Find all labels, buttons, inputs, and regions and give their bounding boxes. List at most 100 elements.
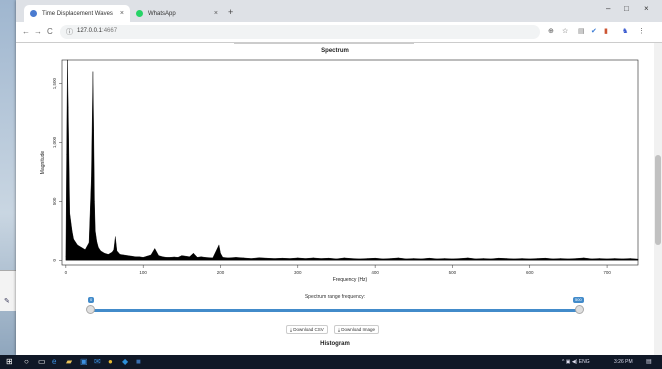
spectrum-point (173, 256, 175, 258)
spectrum-point (67, 59, 68, 61)
app-icon[interactable]: ■ (136, 358, 141, 366)
spectrum-point (313, 257, 314, 259)
spectrum-point (65, 256, 67, 257)
edge-icon[interactable]: e (52, 358, 56, 366)
spectrum-point (71, 230, 73, 232)
page-scrollbar[interactable] (654, 43, 662, 355)
tab-time-displacement-waves[interactable]: Time Displacement Waves × (24, 5, 130, 22)
mail-icon[interactable]: ✉ (94, 358, 101, 366)
spectrum-point (444, 258, 445, 259)
url-text: 127.0.0.1:4667 (77, 28, 117, 34)
slider-max-handle[interactable] (575, 305, 584, 314)
back-button[interactable]: ← (22, 27, 30, 36)
spectrum-point (127, 255, 128, 256)
address-bar-row: ← → C ⓘ 127.0.0.1:4667 ⊕ ☆ ▤ ✔ ▮ ♞ ⋮ (16, 22, 662, 43)
x-tick-label: 400 (371, 270, 379, 275)
spectrum-point (483, 258, 484, 259)
profile-icon[interactable]: ♞ (622, 27, 628, 35)
histogram-title: Histogram (320, 341, 350, 347)
spectrum-point (282, 257, 283, 259)
zoom-icon[interactable]: ⊕ (548, 27, 554, 35)
spectrum-point (429, 257, 430, 259)
search-icon[interactable]: ○ (24, 358, 29, 366)
forward-button[interactable]: → (34, 27, 42, 36)
spectrum-point (514, 258, 515, 260)
system-tray[interactable]: ^ ▣ ◀) ENG (562, 359, 590, 365)
spectrum-point (568, 258, 569, 260)
spectrum-point (560, 258, 561, 259)
spectrum-point (162, 256, 163, 257)
spectrum-point (591, 258, 592, 260)
clock[interactable]: 3:26 PM (614, 359, 633, 365)
file-explorer-icon[interactable]: ▰ (66, 358, 72, 366)
tab-close-icon[interactable]: × (120, 10, 124, 17)
spectrum-point (630, 258, 631, 259)
x-tick-label: 100 (139, 270, 147, 275)
spectrum-point (405, 258, 407, 260)
spectrum-point (92, 71, 94, 73)
slider-min-handle[interactable] (86, 305, 95, 314)
maximize-button[interactable]: □ (624, 4, 629, 13)
spectrum-point (421, 258, 422, 260)
spectrum-point (91, 177, 92, 179)
spectrum-point (390, 258, 391, 259)
browser-window: Time Displacement Waves × WhatsApp × + –… (16, 0, 662, 355)
new-tab-button[interactable]: + (228, 7, 233, 17)
spectrum-point (73, 238, 74, 240)
range-slider-track[interactable] (90, 309, 580, 312)
spectrum-point (529, 258, 531, 260)
check-icon[interactable]: ✔ (591, 27, 597, 35)
spectrum-point (305, 258, 306, 259)
spectrum-point (212, 257, 214, 259)
bookmark-icon[interactable]: ▮ (604, 27, 608, 35)
menu-icon[interactable]: ⋮ (638, 27, 645, 35)
omnibox[interactable]: ⓘ 127.0.0.1:4667 (60, 25, 540, 39)
x-tick-label: 500 (449, 270, 457, 275)
spectrum-point (575, 258, 577, 259)
spectrum-point (351, 258, 353, 259)
spectrum-point (181, 255, 183, 256)
x-tick-label: 600 (526, 270, 534, 275)
star-icon[interactable]: ☆ (562, 27, 568, 35)
scroll-thumb[interactable] (655, 155, 661, 245)
chrome-icon[interactable]: ● (108, 358, 113, 366)
spectrum-point (359, 258, 360, 260)
reload-button[interactable]: C (47, 27, 53, 36)
spectrum-point (84, 249, 86, 250)
spectrum-point (66, 154, 67, 155)
store-icon[interactable]: ▣ (80, 358, 88, 366)
spectrum-point (521, 258, 523, 259)
tab-whatsapp[interactable]: WhatsApp × (130, 5, 224, 22)
site-info-icon[interactable]: ⓘ (66, 27, 73, 37)
download-icon: ⤓ (290, 327, 292, 332)
close-window-button[interactable]: × (644, 4, 649, 13)
spectrum-point (96, 241, 98, 242)
minimize-button[interactable]: – (606, 4, 610, 13)
spectrum-point (336, 258, 337, 260)
task-view-icon[interactable]: ▭ (38, 358, 46, 366)
spectrum-point (77, 244, 78, 246)
extension-icon[interactable]: ▤ (578, 27, 585, 35)
spectrum-point (119, 254, 121, 255)
vscode-icon[interactable]: ◆ (122, 358, 128, 366)
url-host: 127.0.0.1 (77, 28, 103, 34)
tab-close-icon[interactable]: × (214, 10, 218, 17)
download-csv-button[interactable]: ⤓ Download CSV (286, 325, 328, 334)
pen-icon: ✎ (4, 298, 10, 305)
y-tick-label: 0 (52, 259, 57, 262)
spectrum-point (343, 257, 345, 259)
spectrum-point (374, 257, 376, 259)
download-image-label: Download Image (341, 327, 376, 332)
spectrum-point (583, 257, 585, 259)
spectrum-point (614, 258, 616, 259)
spectrum-point (289, 258, 291, 259)
spectrum-point (135, 256, 136, 257)
notification-icon[interactable]: ▤ (646, 358, 652, 366)
spectrum-point (189, 256, 190, 257)
start-button[interactable]: ⊞ (6, 358, 13, 366)
download-image-button[interactable]: ⤓ Download Image (334, 325, 380, 334)
app-favicon-icon (30, 10, 37, 17)
spectrum-point (506, 258, 507, 259)
spectrum-point (436, 258, 438, 260)
url-port: :4667 (102, 28, 118, 34)
